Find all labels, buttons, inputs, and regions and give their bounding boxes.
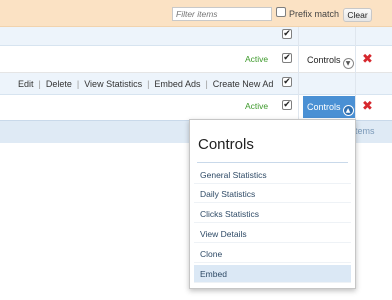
footer-items-text: items bbox=[353, 126, 375, 136]
chevron-down-icon: ▼ bbox=[342, 58, 354, 69]
row-checkbox[interactable]: ✔ bbox=[282, 53, 292, 63]
table-row bbox=[0, 27, 392, 46]
menu-item-general-statistics[interactable]: General Statistics bbox=[194, 166, 351, 184]
link-separator: | bbox=[147, 79, 150, 89]
link-separator: | bbox=[205, 79, 208, 89]
action-links: Edit | Delete | View Statistics | Embed Ads | Cr… bbox=[18, 79, 273, 89]
menu-item-embed[interactable]: Embed bbox=[194, 265, 351, 283]
controls-button[interactable]: Controls ▼ bbox=[307, 55, 354, 69]
edit-link[interactable]: Edit bbox=[18, 79, 34, 89]
row-checkbox[interactable]: ✔ bbox=[282, 100, 292, 110]
row-checkbox[interactable]: ✔ bbox=[282, 77, 292, 87]
status-badge: Active bbox=[245, 101, 269, 111]
close-icon[interactable]: ✖ bbox=[362, 52, 373, 67]
column-divider bbox=[355, 27, 356, 120]
controls-label: Controls bbox=[307, 102, 341, 112]
menu-item-clone[interactable]: Clone bbox=[194, 245, 351, 263]
prefix-match-checkbox[interactable] bbox=[276, 7, 286, 17]
embed-ads-link[interactable]: Embed Ads bbox=[154, 79, 200, 89]
link-separator: | bbox=[76, 79, 80, 89]
row-checkbox[interactable]: ✔ bbox=[282, 29, 292, 39]
filter-input[interactable] bbox=[172, 7, 272, 21]
menu-item-clicks-statistics[interactable]: Clicks Statistics bbox=[194, 205, 351, 223]
chevron-up-icon: ▲ bbox=[342, 105, 354, 116]
menu-item-view-details[interactable]: View Details bbox=[194, 225, 351, 243]
prefix-match-label: Prefix match bbox=[289, 9, 340, 19]
view-statistics-link[interactable]: View Statistics bbox=[84, 79, 142, 89]
dropdown-title: Controls bbox=[198, 136, 254, 153]
controls-dropdown: Controls General Statistics Daily Statis… bbox=[189, 119, 356, 289]
menu-item-daily-statistics[interactable]: Daily Statistics bbox=[194, 185, 351, 203]
clear-button[interactable]: Clear bbox=[343, 8, 372, 22]
dropdown-divider bbox=[197, 162, 348, 163]
link-separator: | bbox=[38, 79, 41, 89]
status-badge: Active bbox=[245, 54, 269, 64]
close-icon[interactable]: ✖ bbox=[362, 99, 373, 114]
delete-link[interactable]: Delete bbox=[46, 79, 72, 89]
controls-button-active[interactable]: Controls ▲ bbox=[303, 96, 355, 118]
column-divider bbox=[298, 27, 299, 120]
controls-label: Controls bbox=[307, 55, 341, 65]
create-new-ad-link[interactable]: Create New Ad bbox=[213, 79, 274, 89]
